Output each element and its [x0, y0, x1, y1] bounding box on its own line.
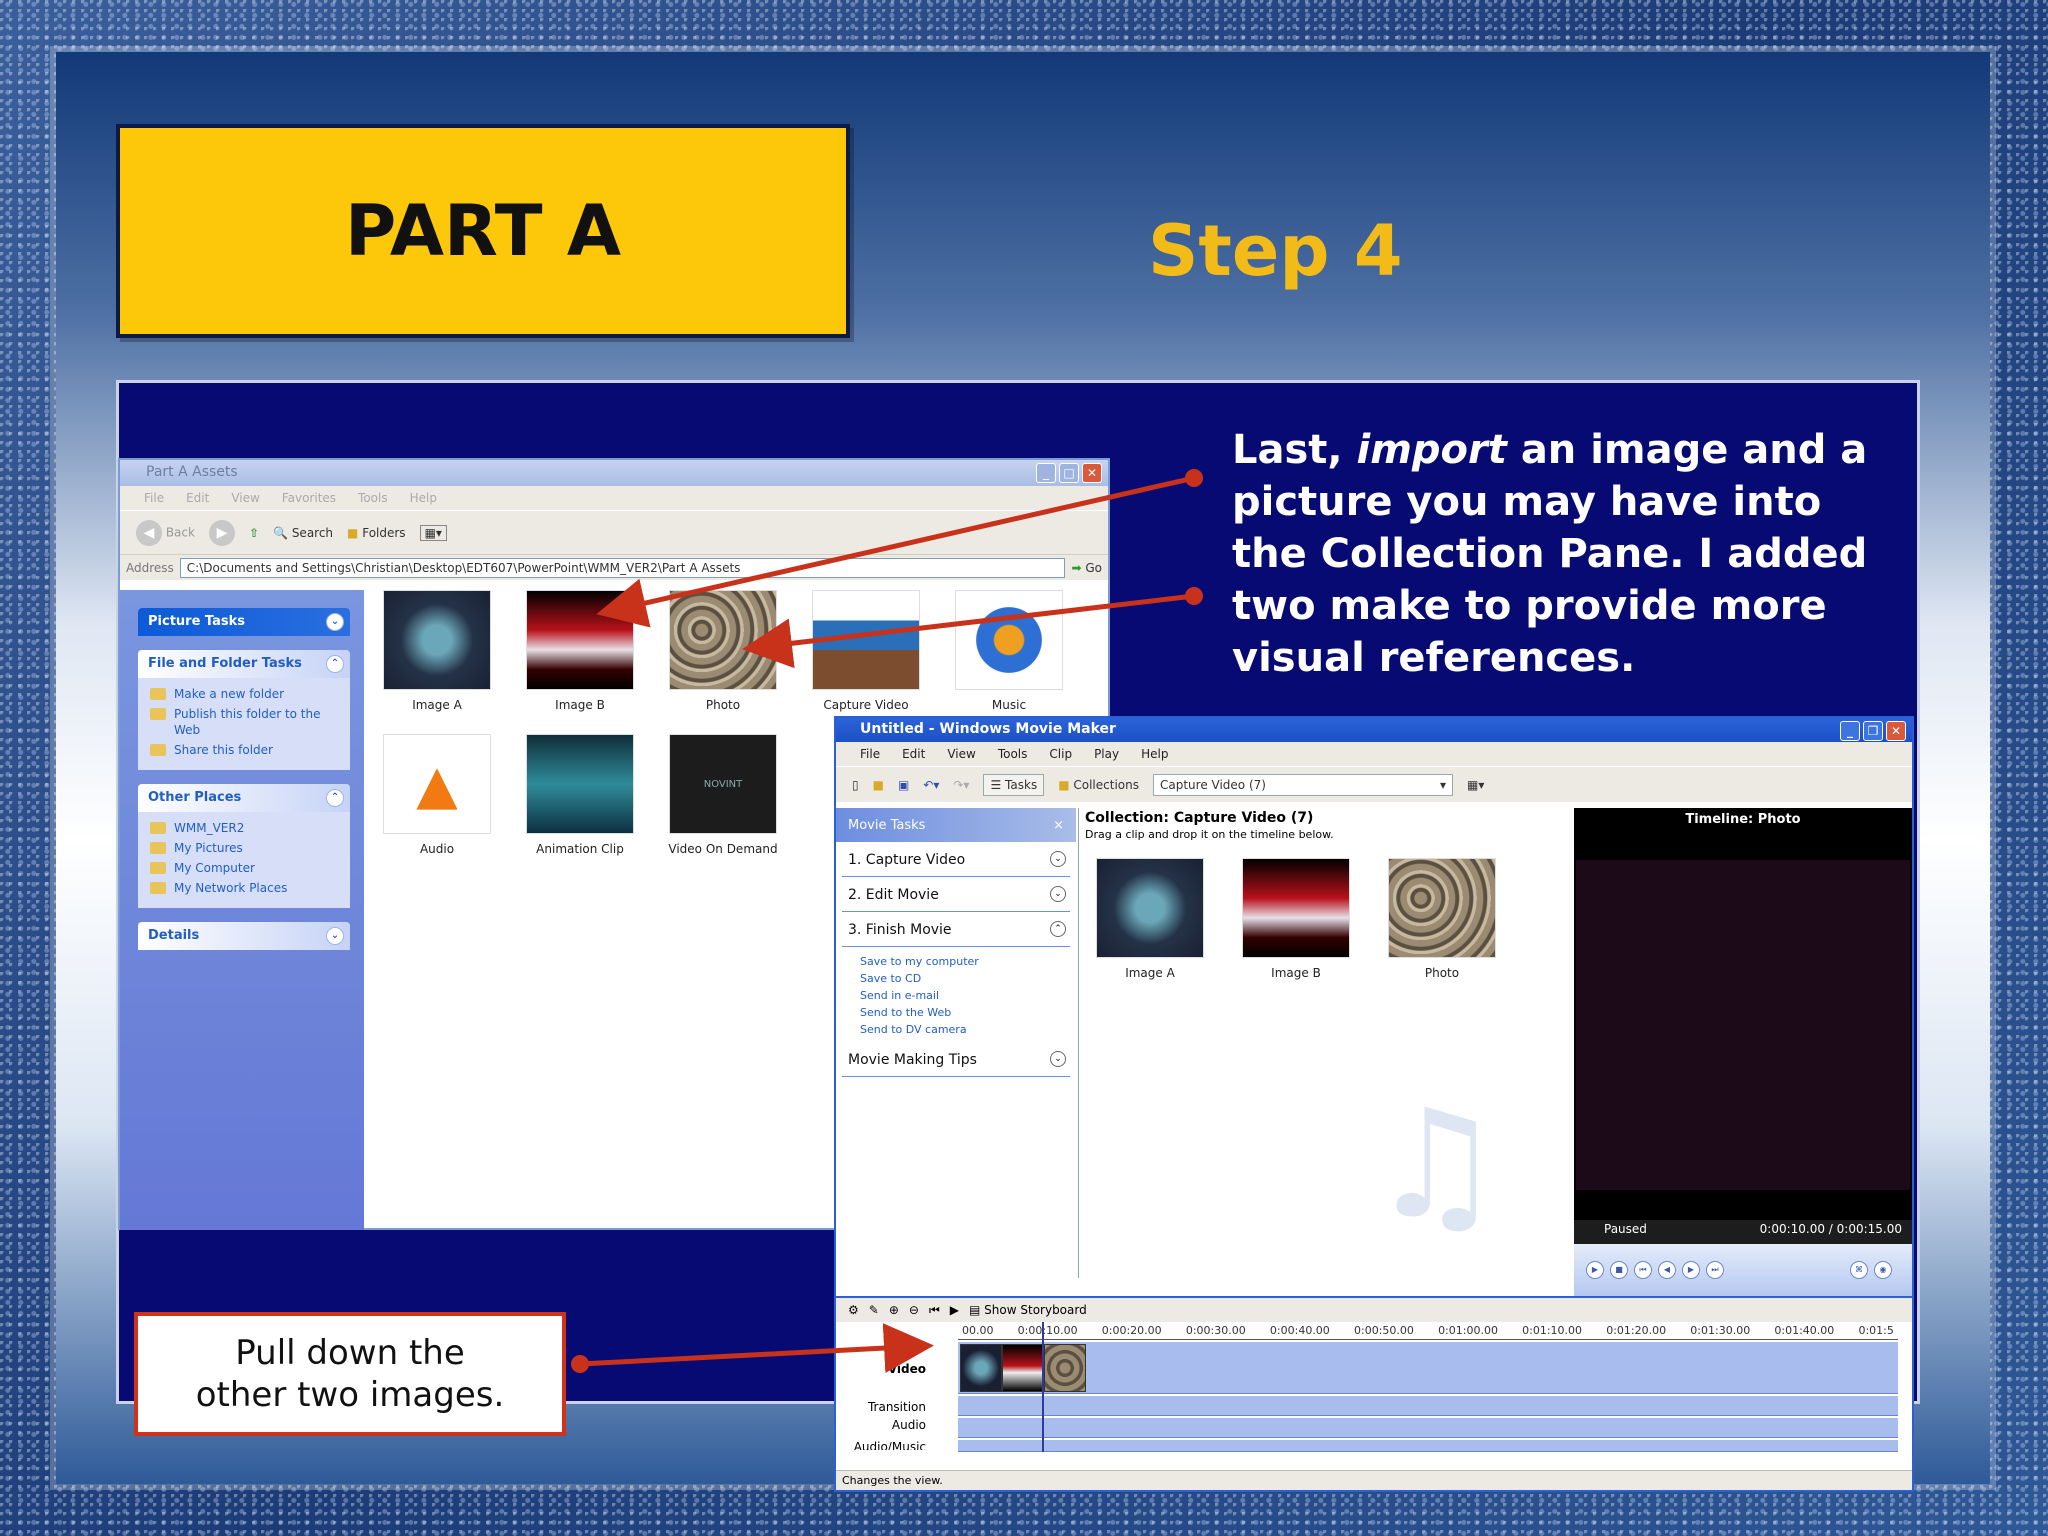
arrow-dot	[1185, 469, 1203, 487]
arrow-to-timeline	[579, 1323, 934, 1374]
arrow-dot	[1185, 587, 1203, 605]
annotation-arrows	[571, 469, 1203, 1374]
arrow-to-image-b	[596, 475, 1195, 628]
arrow-to-photo	[742, 593, 1195, 669]
arrow-dot	[571, 1355, 589, 1373]
